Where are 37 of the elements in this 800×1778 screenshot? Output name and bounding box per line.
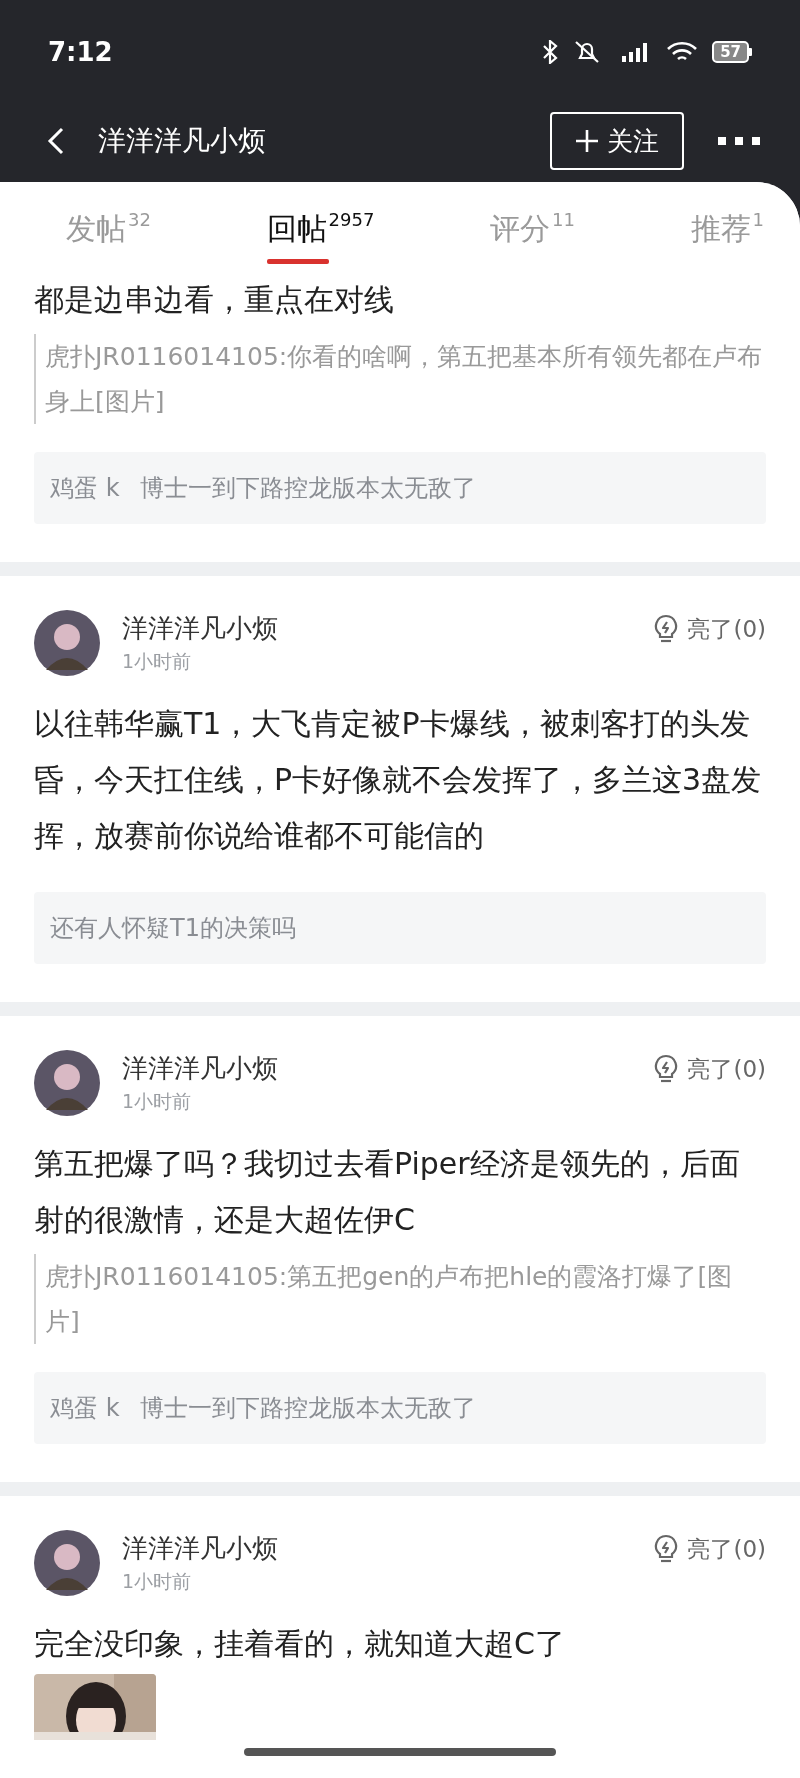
author-name[interactable]: 洋洋洋凡小烦: [122, 1530, 632, 1566]
quoted-reply: 虎扑JR0116014105:你看的啥啊，第五把基本所有领先都在卢布身上[图片]: [34, 334, 766, 424]
lightbulb-icon: [653, 614, 680, 645]
battery-indicator: 57: [712, 41, 752, 63]
reply-text: 博士一到下路控龙版本太无敌了: [139, 473, 476, 504]
reply-author: 鸡蛋 k: [50, 1393, 120, 1424]
like-button[interactable]: 亮了(0): [653, 612, 766, 647]
reply-text: 还有人怀疑T1的决策吗: [50, 913, 296, 944]
reply-preview[interactable]: 鸡蛋 k 博士一到下路控龙版本太无敌了: [34, 452, 766, 524]
reply-preview[interactable]: 鸡蛋 k 博士一到下路控龙版本太无敌了: [34, 1372, 766, 1444]
like-button[interactable]: 亮了(0): [653, 1052, 766, 1087]
post-body: 完全没印象，挂着看的，就知道大超C了: [34, 1625, 566, 1663]
author-name[interactable]: 洋洋洋凡小烦: [122, 610, 632, 646]
plus-icon: [575, 129, 599, 153]
header-title: 洋洋洋凡小烦: [98, 123, 267, 159]
post-time: 1小时前: [122, 649, 193, 674]
post-body: 第五把爆了吗？我切过去看Piper经济是领先的，后面射的很激情，还是大超佐伊C: [34, 1145, 741, 1239]
like-button[interactable]: 亮了(0): [653, 1532, 766, 1567]
reply-text: 博士一到下路控龙版本太无敌了: [139, 1393, 476, 1424]
post-body: 都是边串边看，重点在对线: [34, 281, 395, 319]
bluetooth-icon: [542, 40, 559, 64]
quoted-reply: 虎扑JR0116014105:第五把gen的卢布把hle的霞洛打爆了[图片]: [34, 1254, 766, 1344]
post-time: 1小时前: [122, 1089, 193, 1114]
reply-preview[interactable]: 还有人怀疑T1的决策吗: [34, 892, 766, 964]
avatar[interactable]: [34, 1050, 100, 1116]
lightbulb-icon: [653, 1054, 680, 1085]
lightbulb-icon: [653, 1534, 680, 1565]
post-time: 1小时前: [122, 1569, 193, 1594]
avatar[interactable]: [34, 1530, 100, 1596]
post-body: 以往韩华赢T1，大飞肯定被P卡爆线，被刺客打的头发昏，今天扛住线，P卡好像就不会发挥了，多兰这3盘发挥，放赛前你说给谁都不可能信的: [34, 705, 763, 855]
more-icon[interactable]: [718, 136, 760, 146]
author-name[interactable]: 洋洋洋凡小烦: [122, 1050, 632, 1086]
follow-button[interactable]: 关注: [550, 112, 684, 170]
reply-author: 鸡蛋 k: [50, 473, 120, 504]
avatar[interactable]: [34, 610, 100, 676]
tab-underline: [266, 259, 329, 264]
status-time: 7:12: [48, 35, 113, 69]
